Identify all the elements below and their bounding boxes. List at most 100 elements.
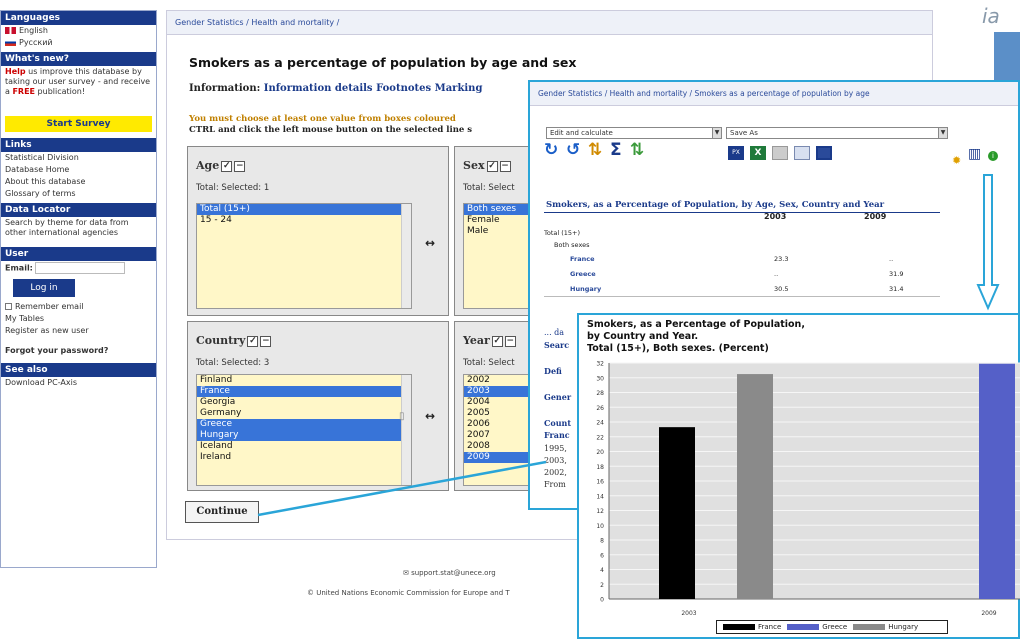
bar-chart-icon[interactable]: ▥ (968, 146, 981, 162)
select-all-checkbox-icon[interactable]: ✓ (221, 160, 233, 172)
y-tick-label: 12 (596, 508, 604, 515)
x-tick-label: 2009 (981, 610, 996, 617)
action-select[interactable]: Edit and calculate ▼ (546, 127, 722, 139)
free-word: FREE (12, 87, 36, 96)
start-survey-button[interactable]: Start Survey (5, 116, 152, 132)
country-listbox[interactable]: Finland France Georgia Germany Greece Hungary… (196, 374, 412, 486)
age-header: Age ✓ − (196, 159, 246, 172)
definitions-link[interactable]: Defi (544, 366, 562, 376)
move-arrow-icon[interactable]: ↔ (425, 236, 435, 250)
country-label: Country (196, 334, 246, 347)
link-about-database[interactable]: About this database (1, 176, 156, 188)
general-link[interactable]: Gener (544, 392, 571, 402)
x-tick-label: 2003 (681, 610, 696, 617)
info-label: Information: (189, 83, 261, 94)
scrollbar[interactable] (401, 204, 411, 308)
save-as-select[interactable]: Save As ▼ (726, 127, 948, 139)
download-pcaxis-link[interactable]: Download PC-Axis (1, 377, 156, 389)
popup-breadcrumb[interactable]: Gender Statistics / Health and mortality… (530, 82, 1018, 106)
age-panel: Age ✓ − Total: Selected: 1 Total (15+) 15 -… (187, 146, 449, 316)
list-item[interactable]: France (197, 386, 411, 397)
y-tick-label: 14 (596, 493, 604, 500)
rotate-clockwise-icon[interactable]: ↻ (544, 140, 558, 160)
footnotes-link[interactable]: Footnotes (376, 83, 431, 94)
notice-line-2: CTRL and click the left mouse button on … (189, 125, 473, 135)
corner-blue-block (994, 32, 1020, 82)
sort-icon[interactable]: ⇅ (630, 140, 644, 160)
y-tick-label: 22 (596, 434, 604, 441)
information-details-link[interactable]: Information details (264, 83, 373, 94)
sum-icon[interactable]: Σ (610, 140, 622, 160)
select-all-checkbox-icon[interactable]: ✓ (491, 335, 503, 347)
email-field[interactable] (35, 262, 126, 274)
excel-icon[interactable]: X (750, 146, 766, 160)
save-disk-icon[interactable] (816, 146, 832, 160)
list-item[interactable]: Germany (197, 408, 411, 419)
user-header: User (1, 247, 156, 261)
search-link[interactable]: Searc (544, 340, 569, 350)
notice-line-1: You must choose at least one value from … (189, 114, 456, 124)
year-note: 1995, (544, 444, 567, 453)
document-icon[interactable]: ▯ (399, 411, 405, 422)
register-link[interactable]: Register as new user (1, 325, 156, 337)
remember-email-row[interactable]: Remember email (1, 301, 156, 313)
france-link[interactable]: Franc (544, 430, 570, 440)
list-item[interactable]: Ireland (197, 452, 411, 463)
remember-checkbox[interactable] (5, 303, 12, 310)
continue-button[interactable]: Continue (185, 501, 259, 523)
y-tick-label: 26 (596, 405, 604, 412)
col-2009: 2009 (864, 212, 887, 221)
support-email-row[interactable]: ✉ support.stat@unece.org (403, 569, 496, 577)
list-item[interactable]: Georgia (197, 397, 411, 408)
support-email[interactable]: support.stat@unece.org (411, 569, 496, 577)
deselect-all-icon[interactable]: − (260, 335, 272, 347)
list-item[interactable]: Total (15+) (197, 204, 411, 215)
lang-russian-label: Русский (19, 38, 53, 47)
deselect-all-icon[interactable]: − (499, 160, 511, 172)
settings-sun-icon[interactable]: ✹ (952, 154, 961, 167)
link-database-home[interactable]: Database Home (1, 164, 156, 176)
link-glossary[interactable]: Glossary of terms (1, 188, 156, 200)
px-file-icon[interactable]: PX (728, 146, 744, 160)
scrollbar[interactable] (401, 375, 411, 485)
see-also-header: See also (1, 363, 156, 377)
deselect-all-icon[interactable]: − (234, 160, 246, 172)
csv-icon[interactable] (794, 146, 810, 160)
forgot-password-link[interactable]: Forgot your password? (1, 345, 156, 357)
pivot-icon[interactable]: ⇅ (588, 140, 602, 160)
text-file-icon[interactable] (772, 146, 788, 160)
marking-link[interactable]: Marking (435, 83, 483, 94)
list-item[interactable]: Hungary (197, 430, 411, 441)
list-item[interactable]: Iceland (197, 441, 411, 452)
y-tick-label: 10 (596, 523, 604, 530)
list-item[interactable]: Greece (197, 419, 411, 430)
row-country: France (570, 255, 595, 263)
rotate-counterclockwise-icon[interactable]: ↺ (566, 140, 580, 160)
move-arrow-icon[interactable]: ↔ (425, 409, 435, 423)
deselect-all-icon[interactable]: − (504, 335, 516, 347)
table-bottom-line (544, 296, 940, 297)
list-item[interactable]: 15 - 24 (197, 215, 411, 226)
data-locator-link[interactable]: Search by theme for data from other inte… (1, 217, 156, 239)
bar (659, 427, 695, 599)
breadcrumb[interactable]: Gender Statistics / Health and mortality… (167, 11, 932, 35)
page-title: Smokers as a percentage of population by… (189, 55, 577, 70)
year-total: Total: Select (463, 358, 515, 368)
russia-flag-icon (5, 39, 16, 46)
select-all-checkbox-icon[interactable]: ✓ (486, 160, 498, 172)
y-tick-label: 28 (596, 390, 604, 397)
lang-russian-link[interactable]: Русский (1, 37, 156, 49)
whats-new-text: Help us improve this database by taking … (1, 66, 156, 98)
login-button[interactable]: Log in (13, 279, 75, 297)
corner-text: ia (982, 4, 1000, 28)
my-tables-link[interactable]: My Tables (1, 313, 156, 325)
lang-english-link[interactable]: English (1, 25, 156, 37)
info-icon[interactable]: i (988, 151, 998, 161)
y-tick-label: 20 (596, 449, 604, 456)
link-statistical-division[interactable]: Statistical Division (1, 152, 156, 164)
age-listbox[interactable]: Total (15+) 15 - 24 (196, 203, 412, 309)
select-all-checkbox-icon[interactable]: ✓ (247, 335, 259, 347)
uk-flag-icon (5, 27, 16, 34)
list-item[interactable]: Finland (197, 375, 411, 386)
table-row: Greece.. 31.9 (544, 268, 940, 280)
